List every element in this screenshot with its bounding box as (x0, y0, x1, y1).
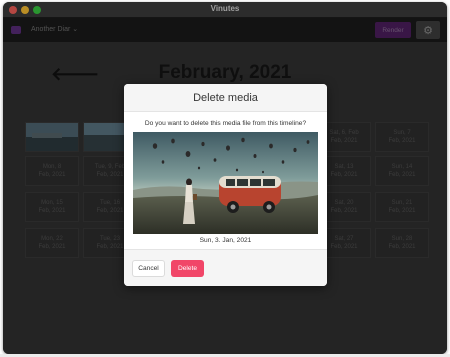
media-preview-image (133, 132, 318, 234)
dialog-footer: Cancel Delete (124, 249, 327, 286)
delete-media-dialog: Delete media Do you want to delete this … (124, 84, 327, 286)
delete-button[interactable]: Delete (171, 260, 204, 277)
dialog-header: Delete media (124, 84, 327, 112)
media-date: Sun, 3. Jan, 2021 (199, 237, 252, 244)
dialog-title: Delete media (193, 91, 258, 104)
media-preview (133, 132, 318, 234)
cancel-button[interactable]: Cancel (132, 260, 165, 277)
dialog-body: Do you want to delete this media file fr… (124, 112, 327, 248)
dialog-question: Do you want to delete this media file fr… (144, 120, 307, 127)
